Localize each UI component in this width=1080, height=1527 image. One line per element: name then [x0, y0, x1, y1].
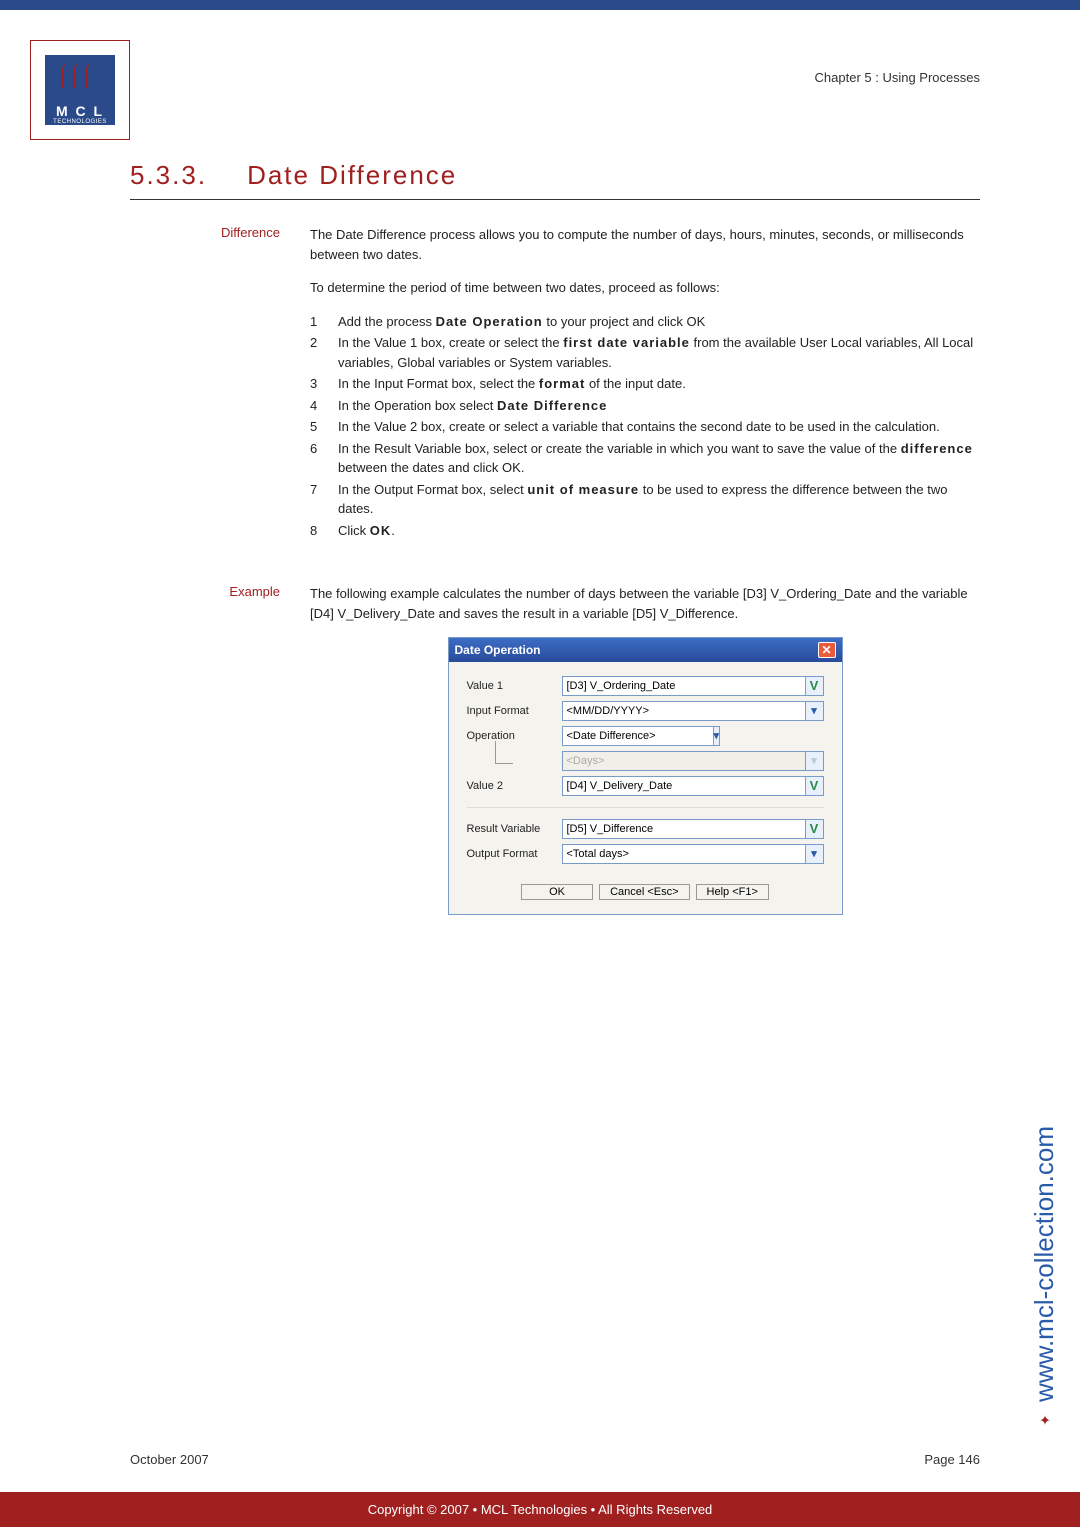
step-row: 2 In the Value 1 box, create or select th…	[310, 333, 980, 372]
value2-input[interactable]	[562, 776, 806, 796]
step-text: In the Input Format box, select the form…	[338, 374, 980, 394]
step-number: 4	[310, 396, 324, 416]
cancel-button[interactable]: Cancel <Esc>	[599, 884, 689, 900]
step-row: 8 Click OK.	[310, 521, 980, 541]
label-operation: Operation	[467, 728, 562, 745]
label-input-format: Input Format	[467, 703, 562, 720]
dialog-title: Date Operation	[455, 641, 541, 659]
variable-picker-icon[interactable]: V	[806, 819, 824, 839]
step-number: 5	[310, 417, 324, 437]
step-text: In the Value 1 box, create or select the…	[338, 333, 980, 372]
step-number: 6	[310, 439, 324, 478]
step-text: Add the process Date Operation to your p…	[338, 312, 980, 332]
vertical-url: ✦ www.mcl-collection.com	[1029, 1126, 1060, 1427]
help-button[interactable]: Help <F1>	[696, 884, 769, 900]
variable-picker-icon[interactable]: V	[806, 776, 824, 796]
step-row: 3 In the Input Format box, select the for…	[310, 374, 980, 394]
difference-intro: The Date Difference process allows you t…	[310, 225, 980, 264]
label-output-format: Output Format	[467, 846, 562, 863]
logo-sub: TECHNOLOGIES	[53, 119, 107, 125]
step-text: In the Value 2 box, create or select a v…	[338, 417, 980, 437]
heading-rule	[130, 199, 980, 200]
step-number: 2	[310, 333, 324, 372]
chevron-down-icon[interactable]: ▾	[714, 726, 721, 746]
value1-input[interactable]	[562, 676, 806, 696]
close-icon[interactable]: ✕	[818, 642, 836, 658]
chevron-down-icon: ▾	[806, 751, 824, 771]
step-text: In the Output Format box, select unit of…	[338, 480, 980, 519]
chapter-label: Chapter 5 : Using Processes	[815, 70, 980, 85]
label-result-variable: Result Variable	[467, 821, 562, 838]
output-format-select[interactable]	[562, 844, 806, 864]
divider	[467, 807, 824, 808]
decorative-dot-icon: ✦	[1036, 1409, 1052, 1427]
step-row: 5 In the Value 2 box, create or select a …	[310, 417, 980, 437]
steps-list: 1 Add the process Date Operation to your …	[310, 312, 980, 541]
step-number: 1	[310, 312, 324, 332]
step-number: 3	[310, 374, 324, 394]
tree-connector	[467, 751, 562, 771]
step-text: In the Result Variable box, select or cr…	[338, 439, 980, 478]
chevron-down-icon[interactable]: ▾	[806, 701, 824, 721]
logo: M C L TECHNOLOGIES	[30, 40, 130, 140]
step-number: 8	[310, 521, 324, 541]
step-row: 1 Add the process Date Operation to your …	[310, 312, 980, 332]
result-variable-input[interactable]	[562, 819, 806, 839]
chevron-down-icon[interactable]: ▾	[806, 844, 824, 864]
date-operation-dialog: Date Operation ✕ Value 1 V Input Format	[448, 637, 843, 915]
difference-lead: To determine the period of time between …	[310, 278, 980, 298]
heading-title: Date Difference	[247, 160, 457, 191]
label-value2: Value 2	[467, 778, 562, 795]
input-format-select[interactable]	[562, 701, 806, 721]
footer-page: Page 146	[924, 1452, 980, 1467]
example-text: The following example calculates the num…	[310, 584, 980, 623]
heading-number: 5.3.3.	[130, 160, 207, 191]
footer-date: October 2007	[130, 1452, 209, 1467]
copyright-bar: Copyright © 2007 • MCL Technologies • Al…	[0, 1492, 1080, 1527]
label-value1: Value 1	[467, 678, 562, 695]
operation-unit-select	[562, 751, 806, 771]
ok-button[interactable]: OK	[521, 884, 593, 900]
step-text: In the Operation box select Date Differe…	[338, 396, 980, 416]
step-number: 7	[310, 480, 324, 519]
logo-letters: M C L	[56, 103, 104, 119]
margin-label-example: Example	[130, 584, 310, 915]
step-row: 6 In the Result Variable box, select or c…	[310, 439, 980, 478]
variable-picker-icon[interactable]: V	[806, 676, 824, 696]
step-text: Click OK.	[338, 521, 980, 541]
step-row: 7 In the Output Format box, select unit o…	[310, 480, 980, 519]
margin-label-difference: Difference	[130, 225, 310, 554]
operation-select[interactable]	[562, 726, 714, 746]
step-row: 4 In the Operation box select Date Differ…	[310, 396, 980, 416]
